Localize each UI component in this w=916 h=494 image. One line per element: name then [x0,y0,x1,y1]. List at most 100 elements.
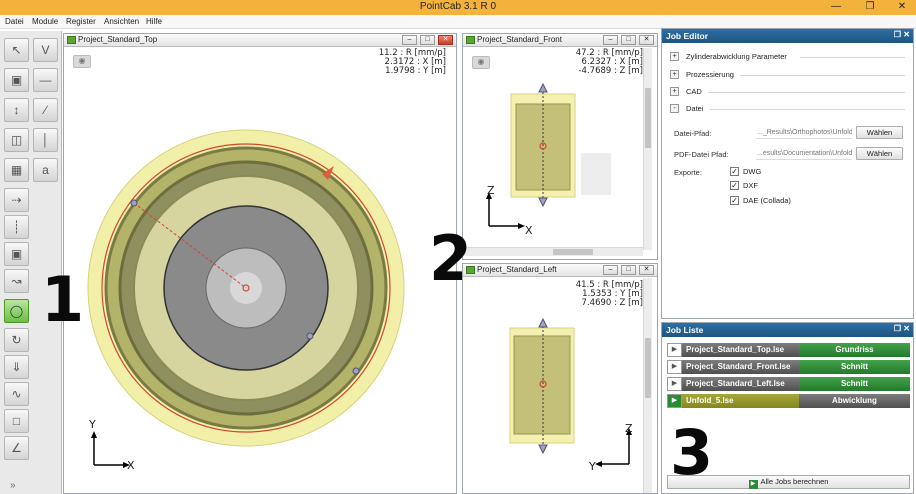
minimize-pane-button[interactable]: – [603,265,618,275]
play-icon[interactable]: ▶ [667,360,682,374]
pane-title-front: Project_Standard_Front [477,35,562,44]
choose-pdf-path-button[interactable]: Wählen [856,147,903,160]
view-icon [466,36,475,44]
view-pane-left: Project_Standard_Left – □ ✕ 41.5 : R [mm… [462,263,658,494]
pane-header-left: Project_Standard_Left – □ ✕ [463,264,657,277]
run-all-jobs-button[interactable]: ▶ Alle Jobs berechnen [667,475,910,489]
diagonal-line-icon[interactable]: ∕ [33,98,58,122]
job-name: Project_Standard_Top.lse [682,343,799,357]
flatten-icon[interactable]: ⇓ [4,355,29,379]
pdf-path-field[interactable]: ...esults\Documentation\Unfold_5.pdf [756,148,852,160]
menu-register[interactable]: Register [66,17,96,26]
close-pane-button[interactable]: ✕ [438,35,453,45]
minimize-pane-button[interactable]: – [402,35,417,45]
maximize-pane-button[interactable]: □ [420,35,435,45]
expand-icon[interactable]: + [670,87,679,96]
close-pane-button[interactable]: ✕ [639,265,654,275]
pane-title-top: Project_Standard_Top [78,35,158,44]
pane-header-top: Project_Standard_Top – □ ✕ [64,34,456,47]
checkmark-icon[interactable]: ✓ [730,181,739,190]
curve-icon[interactable]: ∿ [4,382,29,406]
line-tool-icon[interactable]: — [33,68,58,92]
section-label: CAD [686,87,702,96]
orthophoto-icon[interactable]: ▣ [4,68,29,92]
section-prozessierung[interactable]: + Prozessierung [670,69,905,81]
job-row-selected[interactable]: ▶ Unfold_5.lse Abwicklung [667,394,910,408]
close-window-button[interactable]: ✕ [893,0,911,14]
play-icon[interactable]: ▶ [667,377,682,391]
angle-icon[interactable]: ∠ [4,436,29,460]
section-box-icon[interactable]: □ [4,409,29,433]
move-icon[interactable]: ↕ [4,98,29,122]
axis-indicator-top [91,431,130,468]
handle-point [538,444,548,455]
rotate-icon[interactable]: ↻ [4,328,29,352]
measure-icon[interactable]: ⇢ [4,188,29,212]
play-icon[interactable]: ▶ [667,343,682,357]
exports-label: Exporte: [674,168,702,177]
select-arrow-icon[interactable]: ↖ [4,38,29,62]
window-title: PointCab 3.1 R 0 [419,1,497,12]
job-row[interactable]: ▶ Project_Standard_Top.lse Grundriss [667,343,910,357]
text-tool-icon[interactable]: a [33,158,58,182]
vertical-scrollbar[interactable] [643,48,652,250]
axis-label-z: Z [625,422,633,435]
job-row[interactable]: ▶ Project_Standard_Left.lse Schnitt [667,377,910,391]
minimize-pane-button[interactable]: – [603,35,618,45]
section-zylinderabwicklung[interactable]: + Zylinderabwicklung Parameter [670,51,905,63]
collapse-icon[interactable]: - [670,104,679,113]
expand-icon[interactable]: + [670,52,679,61]
export-dae-checkbox[interactable]: ✓ DAE (Collada) [730,196,820,206]
restore-window-button[interactable]: ❐ [862,0,878,14]
job-type: Schnitt [799,360,910,374]
toolbar-more-icon[interactable]: » [10,480,16,491]
slice-icon[interactable]: ┊ [4,215,29,239]
annotation-number-1: 1 [41,263,85,336]
calculator-icon[interactable]: ▦ [4,158,29,182]
maximize-pane-button[interactable]: □ [621,265,636,275]
panel-float-close-icons[interactable]: ❒ ✕ [894,30,910,39]
file-path-label: Datei-Pfad: [674,129,712,138]
minimize-window-button[interactable]: — [828,0,844,14]
menu-hilfe[interactable]: Hilfe [146,17,162,26]
handle-point [538,317,548,328]
layers-icon[interactable]: ◫ [4,128,29,152]
job-editor-header: Job Editor ❒ ✕ [662,29,913,43]
expand-icon[interactable]: + [670,70,679,79]
vertical-line-icon[interactable]: │ [33,128,58,152]
checkmark-icon[interactable]: ✓ [730,196,739,205]
menu-module[interactable]: Module [32,17,58,26]
menu-ansichten[interactable]: Ansichten [104,17,139,26]
export-dxf-checkbox[interactable]: ✓ DXF [730,181,810,191]
play-icon[interactable]: ▶ [667,394,682,408]
menu-bar: Datei Module Register Ansichten Hilfe [0,15,916,29]
scan-noise [581,153,611,195]
panel-float-close-icons[interactable]: ❒ ✕ [894,324,910,333]
maximize-pane-button[interactable]: □ [621,35,636,45]
file-path-field[interactable]: ..._Results\Orthophotos\Unfold_5.lse [756,127,852,139]
section-datei[interactable]: - Datei [670,103,905,115]
choose-file-path-button[interactable]: Wählen [856,126,903,139]
close-pane-button[interactable]: ✕ [639,35,654,45]
section-body [513,335,571,435]
section-v-icon[interactable]: V [33,38,58,62]
section-label: Zylinderabwicklung Parameter [686,52,787,61]
job-type: Abwicklung [799,394,910,408]
walk-icon[interactable]: ↝ [4,269,29,293]
view-icon [67,36,76,44]
vertical-scrollbar[interactable] [643,278,652,493]
cylinder-icon[interactable]: ◯ [4,299,29,323]
axis-indicator-left [595,428,632,467]
job-name: Project_Standard_Front.lse [682,360,799,374]
view-icon [466,266,475,274]
cube-icon[interactable]: ▣ [4,242,29,266]
checkmark-icon[interactable]: ✓ [730,167,739,176]
job-type: Schnitt [799,377,910,391]
view-pane-top: Project_Standard_Top – □ ✕ ◉ 11.2 : R [m… [41,33,457,494]
handle-point [130,199,138,207]
export-dwg-checkbox[interactable]: ✓ DWG [730,167,810,177]
horizontal-scrollbar[interactable] [463,247,643,256]
section-cad[interactable]: + CAD [670,86,905,98]
menu-datei[interactable]: Datei [5,17,24,26]
job-row[interactable]: ▶ Project_Standard_Front.lse Schnitt [667,360,910,374]
